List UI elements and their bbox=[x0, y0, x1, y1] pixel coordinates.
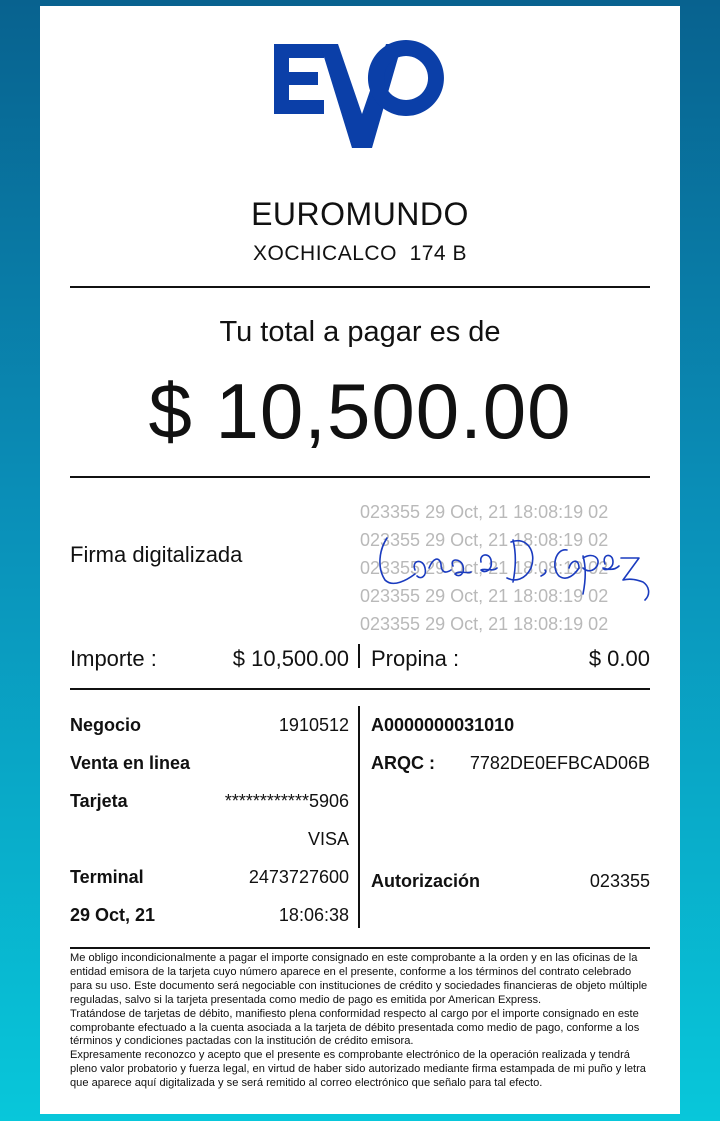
merchant-name: EUROMUNDO bbox=[251, 196, 469, 232]
transaction-date: 29 Oct, 21 bbox=[70, 905, 156, 925]
authorization-label: Autorización bbox=[371, 871, 481, 891]
legal-paragraph: Me obligo incondicionalmente a pagar el … bbox=[70, 952, 648, 1006]
signature-label: Firma digitalizada bbox=[70, 542, 243, 567]
card-brand: VISA bbox=[307, 829, 349, 849]
tarjeta-value: ************5906 bbox=[224, 791, 349, 811]
authorization-value: 023355 bbox=[589, 871, 650, 891]
venta-label: Venta en linea bbox=[70, 753, 191, 773]
divider bbox=[70, 947, 650, 949]
divider bbox=[70, 688, 650, 690]
merchant-address: XOCHICALCO 174 B bbox=[253, 242, 467, 265]
evo-logo bbox=[274, 40, 444, 148]
importe-value: $ 10,500.00 bbox=[232, 646, 349, 671]
negocio-label: Negocio bbox=[70, 715, 142, 735]
propina-label: Propina : bbox=[371, 646, 460, 671]
tarjeta-label: Tarjeta bbox=[70, 791, 128, 811]
aid-value: A0000000031010 bbox=[371, 715, 515, 735]
legal-paragraph: Expresamente reconozco y acepto que el p… bbox=[70, 1049, 646, 1090]
handwritten-signature bbox=[379, 537, 650, 601]
arqc-value: 7782DE0EFBCAD06B bbox=[469, 753, 650, 773]
receipt: EUROMUNDO XOCHICALCO 174 B Tu total a pa… bbox=[40, 6, 680, 1114]
propina-value: $ 0.00 bbox=[588, 646, 650, 671]
divider-vertical bbox=[358, 644, 360, 668]
signature-watermark: 023355 29 Oct, 21 18:08:19 02 bbox=[360, 502, 609, 522]
signature-watermark: 023355 29 Oct, 21 18:08:19 02 bbox=[360, 614, 609, 634]
divider bbox=[70, 286, 650, 288]
terminal-value: 2473727600 bbox=[248, 867, 349, 887]
total-label: Tu total a pagar es de bbox=[219, 316, 501, 348]
transaction-time: 18:06:38 bbox=[278, 905, 349, 925]
total-amount: $ 10,500.00 bbox=[148, 367, 572, 455]
arqc-label: ARQC : bbox=[371, 753, 435, 773]
terminal-label: Terminal bbox=[70, 867, 144, 887]
importe-label: Importe : bbox=[70, 646, 157, 671]
divider-vertical bbox=[358, 706, 360, 928]
legal-paragraph: Tratándose de tarjetas de débito, manifi… bbox=[70, 1007, 640, 1048]
legal-text: Me obligo incondicionalmente a pagar el … bbox=[70, 952, 652, 1091]
divider bbox=[70, 476, 650, 478]
negocio-value: 1910512 bbox=[278, 715, 349, 735]
